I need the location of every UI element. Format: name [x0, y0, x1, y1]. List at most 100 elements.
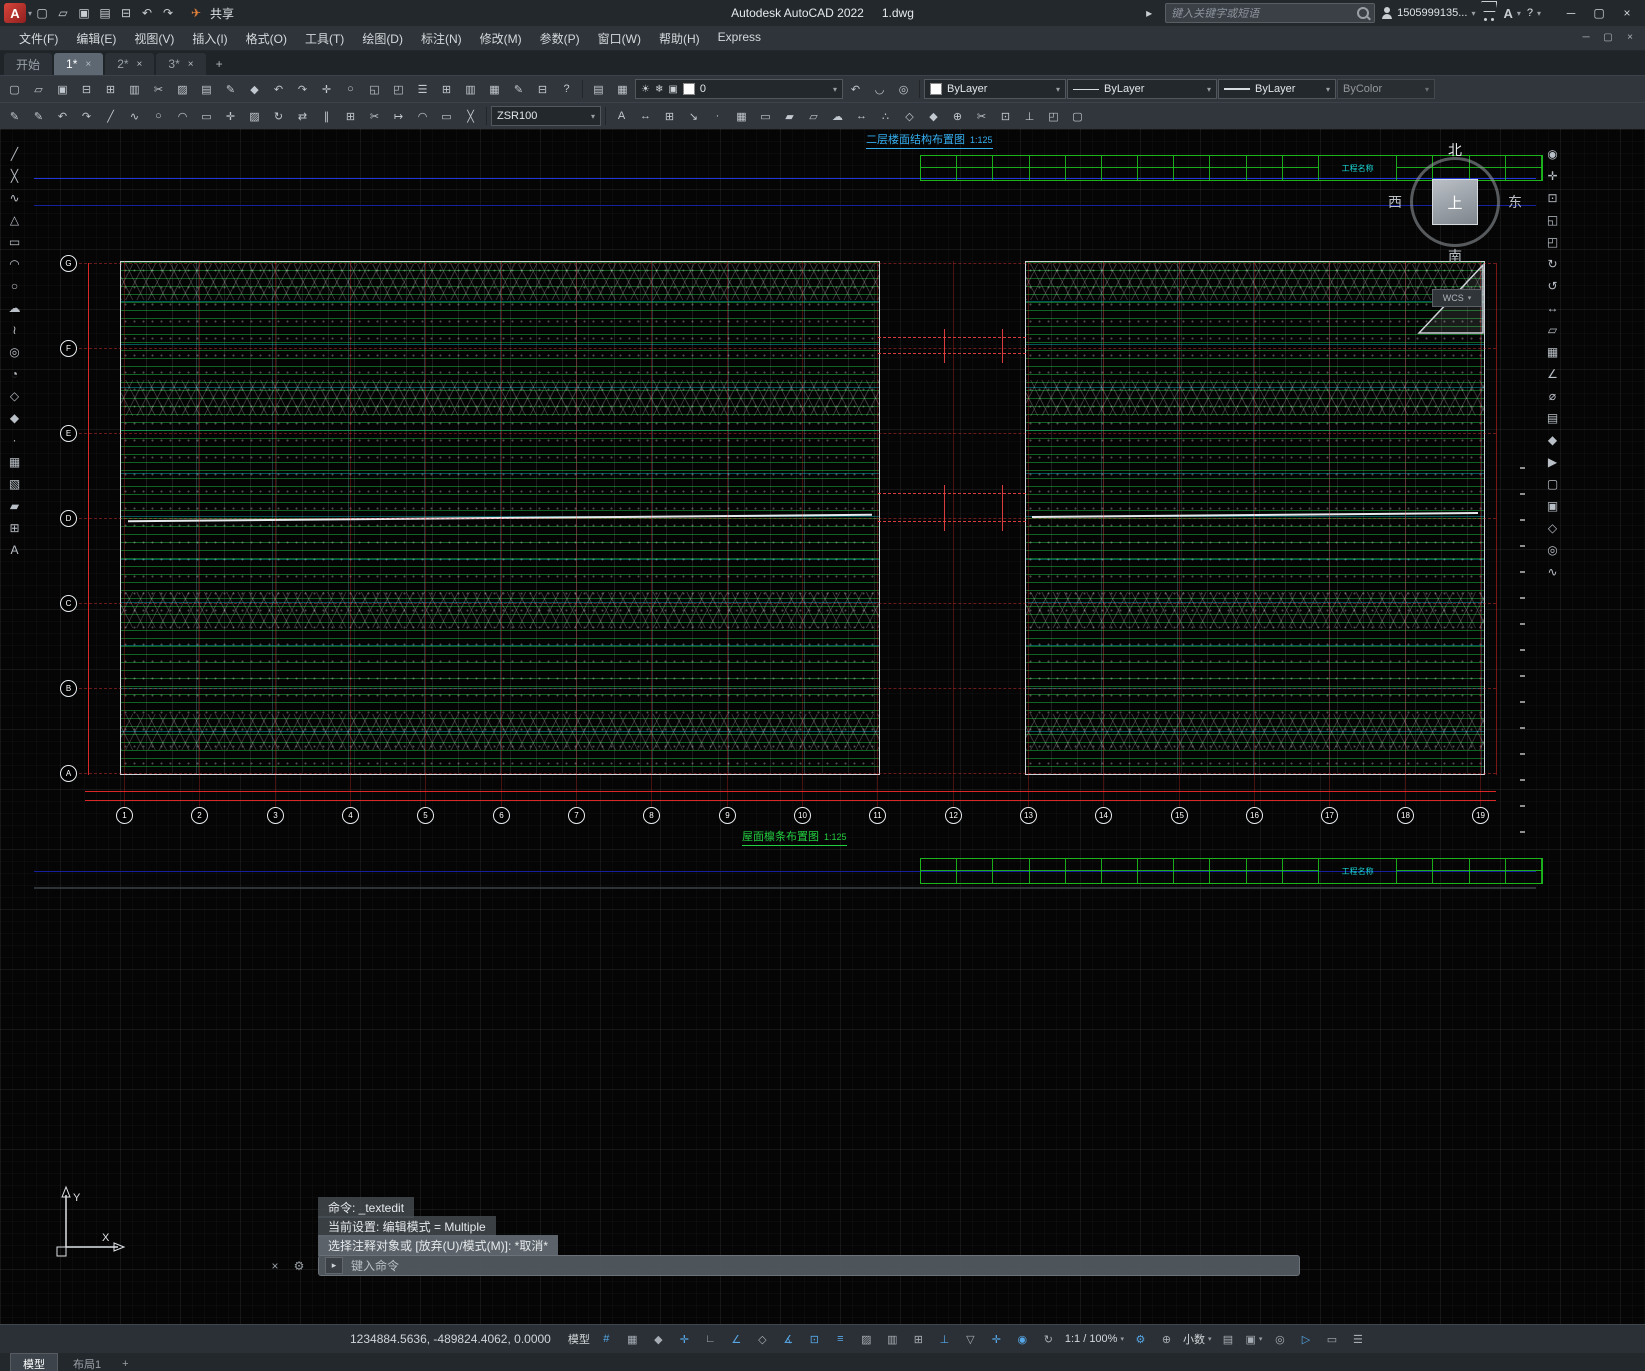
- open-icon[interactable]: ▱: [27, 78, 50, 101]
- distance-icon[interactable]: ↔: [1541, 297, 1564, 318]
- menu-item-3[interactable]: 视图(V): [125, 27, 183, 50]
- insert-block-icon[interactable]: ◇: [3, 385, 26, 406]
- file-tab-3*[interactable]: 3* ×: [156, 53, 206, 75]
- grid-icon[interactable]: #: [594, 1329, 619, 1349]
- full-navigation-wheel-icon[interactable]: ◉: [1541, 143, 1564, 164]
- selection-cycling-icon[interactable]: ▥: [880, 1329, 905, 1349]
- saveas-icon[interactable]: ▤: [95, 3, 115, 23]
- revcloud-tool-icon[interactable]: ☁: [826, 105, 849, 128]
- viewcube-south-label[interactable]: 南: [1448, 246, 1462, 266]
- array-icon[interactable]: ⊞: [339, 105, 362, 128]
- annotation-matchprops-icon[interactable]: ✎: [27, 105, 50, 128]
- file-tab-2*[interactable]: 2* ×: [105, 53, 155, 75]
- steering-icon[interactable]: ◆: [1541, 429, 1564, 450]
- extend-icon[interactable]: ↦: [387, 105, 410, 128]
- zoom-previous-icon[interactable]: ◰: [387, 78, 410, 101]
- table-icon[interactable]: ⊞: [3, 517, 26, 538]
- annotation-visibility-icon[interactable]: ◉: [1010, 1329, 1035, 1349]
- new-tab-button[interactable]: +: [208, 53, 231, 75]
- insert-block-icon[interactable]: ◇: [898, 105, 921, 128]
- new-layout-button[interactable]: +: [116, 1356, 134, 1371]
- annotation-monitor-icon[interactable]: ⊕: [1154, 1329, 1179, 1349]
- menu-item-2[interactable]: 编辑(E): [67, 27, 125, 50]
- graphics-performance-icon[interactable]: ▷: [1293, 1329, 1318, 1349]
- area-icon[interactable]: ▱: [1541, 319, 1564, 340]
- osnap-settings-icon[interactable]: ⊡: [994, 105, 1017, 128]
- autodesk-app-menu-button[interactable]: A ▾: [1503, 6, 1520, 21]
- help-icon[interactable]: ?: [555, 78, 578, 101]
- measure-icon[interactable]: ↔: [850, 105, 873, 128]
- dim-style-icon[interactable]: ↔: [634, 105, 657, 128]
- undo-small-icon[interactable]: ↶: [51, 105, 74, 128]
- construction-line-icon[interactable]: ╳: [3, 165, 26, 186]
- plot-icon[interactable]: ⊟: [116, 3, 136, 23]
- share-button[interactable]: ✈ 共享: [178, 3, 242, 23]
- table-style-icon[interactable]: ⊞: [658, 105, 681, 128]
- expand-arrow-icon[interactable]: ▸: [1139, 3, 1159, 23]
- free-orbit-icon[interactable]: ↺: [1541, 275, 1564, 296]
- object-snap-icon[interactable]: ⊡: [802, 1329, 827, 1349]
- viewcube[interactable]: 北 南 西 东 上: [1388, 140, 1522, 264]
- menu-item-5[interactable]: 格式(O): [237, 27, 296, 50]
- arc-icon[interactable]: ◠: [3, 253, 26, 274]
- viewcube-east-label[interactable]: 东: [1508, 192, 1522, 212]
- dynamic-ucs-icon[interactable]: ⊥: [932, 1329, 957, 1349]
- paste-icon[interactable]: ▤: [195, 78, 218, 101]
- copy-icon[interactable]: ▨: [171, 78, 194, 101]
- clip-xref-icon[interactable]: ✂: [970, 105, 993, 128]
- pline2-icon[interactable]: ∿: [123, 105, 146, 128]
- polar-tracking-icon[interactable]: ∠: [724, 1329, 749, 1349]
- clean-screen-icon[interactable]: ▭: [1319, 1329, 1344, 1349]
- dynamic-input-icon[interactable]: ✛: [672, 1329, 697, 1349]
- command-input-bar[interactable]: ▸ 键入命令: [318, 1255, 1300, 1276]
- isolate-objects-icon[interactable]: ◎: [1267, 1329, 1292, 1349]
- menu-item-7[interactable]: 绘图(D): [353, 27, 412, 50]
- viewcube-north-label[interactable]: 北: [1448, 140, 1462, 160]
- cut-icon[interactable]: ✂: [147, 78, 170, 101]
- selection-filtering-icon[interactable]: ▽: [958, 1329, 983, 1349]
- polygon-icon[interactable]: △: [3, 209, 26, 230]
- user-account-button[interactable]: 1505999135... ▾: [1381, 7, 1475, 19]
- redo-icon[interactable]: ↷: [291, 78, 314, 101]
- layer-isolate-icon[interactable]: ◎: [892, 78, 915, 101]
- layer-unlock-icon[interactable]: ◡: [868, 78, 891, 101]
- menu-item-6[interactable]: 工具(T): [296, 27, 353, 50]
- transparency-icon[interactable]: ▨: [854, 1329, 879, 1349]
- properties-icon[interactable]: ☰: [411, 78, 434, 101]
- designcenter-icon[interactable]: ⊞: [435, 78, 458, 101]
- redo-small-icon[interactable]: ↷: [75, 105, 98, 128]
- plot-icon[interactable]: ⊟: [75, 78, 98, 101]
- point-icon[interactable]: ·: [3, 429, 26, 450]
- lineweight-display-icon[interactable]: ≡: [828, 1329, 853, 1349]
- units[interactable]: 小数 ▾: [1180, 1329, 1215, 1349]
- zoom-window-icon[interactable]: ◱: [1541, 209, 1564, 230]
- close-document-button[interactable]: ×: [1619, 26, 1641, 48]
- show-motion-icon[interactable]: ▶: [1541, 451, 1564, 472]
- command-settings-icon[interactable]: ⚙: [290, 1257, 308, 1275]
- drawing-viewport[interactable]: 工程名称 工程名称 二层楼面结构布置图 1:125 屋面檩条布置图 1:125: [0, 129, 1645, 1324]
- ortho-mode-icon[interactable]: ∟: [698, 1329, 723, 1349]
- plotstyle-dropdown[interactable]: ByColor ▾: [1337, 79, 1435, 99]
- zoom-realtime-icon[interactable]: ○: [339, 78, 362, 101]
- circle-icon[interactable]: ○: [3, 275, 26, 296]
- undo-icon[interactable]: ↶: [137, 3, 157, 23]
- layer-dropdown[interactable]: ☀ ❄ ▣ 0 ▾: [635, 79, 843, 99]
- ellipse-arc-icon[interactable]: ◔: [3, 363, 26, 384]
- menu-item-11[interactable]: 窗口(W): [589, 27, 650, 50]
- customize-icon[interactable]: ☰: [1345, 1329, 1370, 1349]
- store-cart-button[interactable]: [1481, 1, 1498, 21]
- boundary-icon[interactable]: ▭: [754, 105, 777, 128]
- view-front-icon[interactable]: ▢: [1541, 473, 1564, 494]
- new-icon[interactable]: ▢: [32, 3, 52, 23]
- ucs-tool-icon[interactable]: ⊥: [1018, 105, 1041, 128]
- wipeout-icon[interactable]: ▱: [802, 105, 825, 128]
- region-tool-icon[interactable]: ▰: [778, 105, 801, 128]
- close-tab-icon[interactable]: ×: [188, 59, 194, 70]
- lock-ui-icon[interactable]: ▣ ▾: [1241, 1329, 1266, 1349]
- file-tab-1*[interactable]: 1* ×: [54, 53, 104, 75]
- zoom-previous-icon[interactable]: ◰: [1541, 231, 1564, 252]
- gizmo-icon[interactable]: ✛: [984, 1329, 1009, 1349]
- publish-icon[interactable]: ▥: [123, 78, 146, 101]
- camera-icon[interactable]: ◎: [1541, 539, 1564, 560]
- pan-icon[interactable]: ✛: [1541, 165, 1564, 186]
